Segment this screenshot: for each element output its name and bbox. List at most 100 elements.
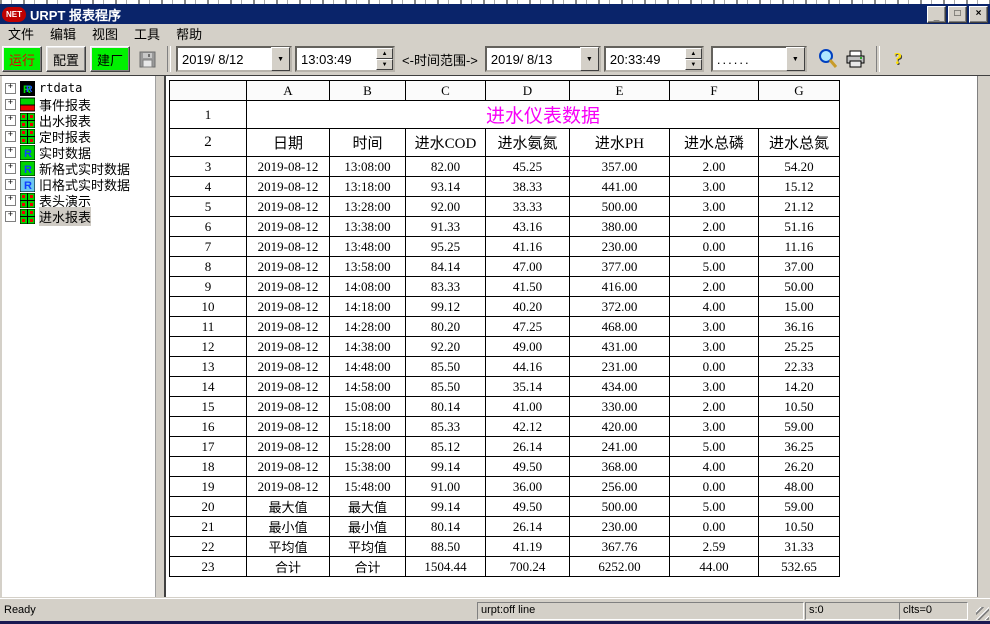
cell[interactable]: 99.14 [406,457,486,477]
report-select[interactable]: ...... ▼ [711,46,807,72]
menu-view[interactable]: 视图 [84,23,126,44]
expand-plus-icon[interactable]: + [5,115,16,126]
row-number[interactable]: 14 [170,377,247,397]
cell[interactable]: 256.00 [570,477,670,497]
cell[interactable]: 441.00 [570,177,670,197]
cell[interactable]: 230.00 [570,517,670,537]
header-cell[interactable]: 时间 [330,129,406,157]
cell[interactable]: 85.33 [406,417,486,437]
maximize-button[interactable]: □ [948,6,967,23]
panel-splitter[interactable] [155,76,166,597]
tree-item-inflow-report[interactable]: + 进水报表 [5,208,155,224]
cell[interactable]: 15:38:00 [330,457,406,477]
row-number[interactable]: 10 [170,297,247,317]
cell[interactable]: 最大值 [330,497,406,517]
cell[interactable]: 2.00 [670,397,759,417]
end-date-picker[interactable]: 2019/ 8/13 ▼ [485,46,601,72]
row-number[interactable]: 8 [170,257,247,277]
cell[interactable]: 0.00 [670,517,759,537]
cell[interactable]: 231.00 [570,357,670,377]
cell[interactable]: 2019-08-12 [247,257,330,277]
cell[interactable]: 13:38:00 [330,217,406,237]
cell[interactable]: 26.14 [486,437,570,457]
cell[interactable]: 93.14 [406,177,486,197]
cell[interactable]: 2019-08-12 [247,437,330,457]
cell[interactable]: 99.14 [406,497,486,517]
row-number[interactable]: 15 [170,397,247,417]
cell[interactable]: 2019-08-12 [247,377,330,397]
menu-file[interactable]: 文件 [0,23,42,44]
row-number[interactable]: 23 [170,557,247,577]
cell[interactable]: 3.00 [670,177,759,197]
cell[interactable]: 2019-08-12 [247,357,330,377]
cell[interactable]: 241.00 [570,437,670,457]
column-header[interactable]: F [670,81,759,101]
chevron-down-icon[interactable]: ▼ [786,47,805,71]
cell[interactable]: 85.50 [406,357,486,377]
cell[interactable]: 368.00 [570,457,670,477]
expand-plus-icon[interactable]: + [5,131,16,142]
row-number[interactable]: 5 [170,197,247,217]
start-time-spinner[interactable]: 13:03:49 ▲ ▼ [295,46,395,72]
column-header[interactable]: C [406,81,486,101]
cell[interactable]: 80.14 [406,397,486,417]
cell[interactable]: 合计 [247,557,330,577]
cell[interactable]: 54.20 [759,157,840,177]
cell[interactable]: 500.00 [570,497,670,517]
expand-plus-icon[interactable]: + [5,99,16,110]
cell[interactable]: 2.00 [670,217,759,237]
cell[interactable]: 95.25 [406,237,486,257]
cell[interactable]: 13:08:00 [330,157,406,177]
cell[interactable]: 330.00 [570,397,670,417]
cell[interactable]: 84.14 [406,257,486,277]
config-button[interactable]: 配置 [46,46,86,72]
column-header[interactable]: E [570,81,670,101]
cell[interactable]: 26.20 [759,457,840,477]
cell[interactable]: 10.50 [759,397,840,417]
cell[interactable]: 92.20 [406,337,486,357]
cell[interactable]: 38.33 [486,177,570,197]
row-number[interactable]: 11 [170,317,247,337]
expand-plus-icon[interactable]: + [5,195,16,206]
cell[interactable]: 367.76 [570,537,670,557]
cell[interactable]: 2019-08-12 [247,277,330,297]
cell[interactable]: 22.33 [759,357,840,377]
column-header[interactable]: G [759,81,840,101]
cell[interactable]: 43.16 [486,217,570,237]
header-cell[interactable]: 日期 [247,129,330,157]
cell[interactable]: 14:48:00 [330,357,406,377]
cell[interactable]: 50.00 [759,277,840,297]
row-number[interactable]: 1 [170,101,247,129]
cell[interactable]: 2.00 [670,157,759,177]
cell[interactable]: 2019-08-12 [247,457,330,477]
cell[interactable]: 416.00 [570,277,670,297]
spin-up-icon[interactable]: ▲ [376,48,393,59]
cell[interactable]: 2019-08-12 [247,177,330,197]
cell[interactable]: 41.19 [486,537,570,557]
menu-help[interactable]: 帮助 [168,23,210,44]
cell[interactable]: 2019-08-12 [247,237,330,257]
header-cell[interactable]: 进水总氮 [759,129,840,157]
column-header[interactable]: D [486,81,570,101]
cell[interactable]: 合计 [330,557,406,577]
row-number[interactable]: 4 [170,177,247,197]
cell[interactable]: 2019-08-12 [247,197,330,217]
column-header[interactable]: A [247,81,330,101]
save-button[interactable] [134,47,160,71]
cell[interactable]: 41.50 [486,277,570,297]
cell[interactable]: 372.00 [570,297,670,317]
cell[interactable]: 4.00 [670,457,759,477]
minimize-button[interactable]: _ [927,6,946,23]
cell[interactable]: 0.00 [670,357,759,377]
close-button[interactable]: × [969,6,988,23]
cell[interactable]: 2.59 [670,537,759,557]
cell[interactable]: 41.00 [486,397,570,417]
row-number[interactable]: 3 [170,157,247,177]
cell[interactable]: 357.00 [570,157,670,177]
cell[interactable]: 41.16 [486,237,570,257]
cell[interactable]: 36.16 [759,317,840,337]
menu-edit[interactable]: 编辑 [42,23,84,44]
cell[interactable]: 最小值 [330,517,406,537]
cell[interactable]: 14:28:00 [330,317,406,337]
cell[interactable]: 51.16 [759,217,840,237]
